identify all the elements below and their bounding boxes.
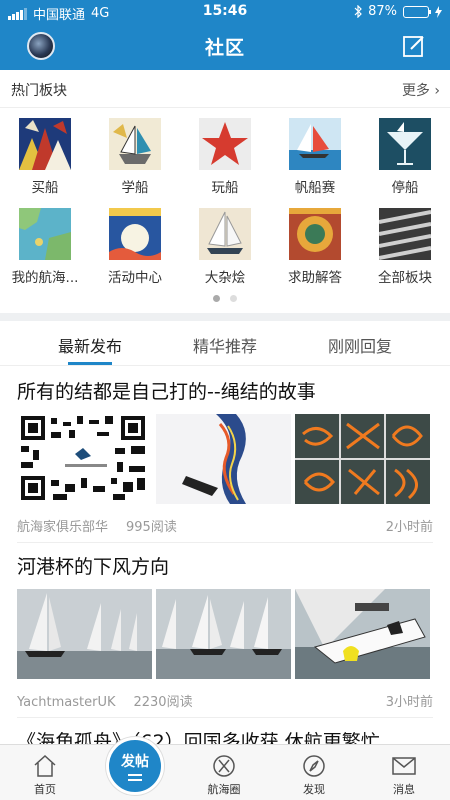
section-label: 帆船赛 [294,180,336,196]
post-author[interactable]: 航海家俱乐部华 [17,520,108,535]
tab-messages[interactable]: 消息 [359,745,449,797]
section-label: 我的航海... [11,270,79,286]
section-label: 学船 [121,180,149,196]
qr-code-image[interactable] [17,414,152,504]
post-title[interactable]: 河港杯的下风方向 [17,552,169,579]
new-post-button[interactable]: 发帖 [106,737,164,795]
home-icon [34,754,56,777]
post-image[interactable] [295,589,430,679]
post-meta: YachtmasterUK 2230阅读 3小时前 [17,691,433,710]
tab-latest[interactable]: 最新发布 [15,333,165,357]
compose-icon[interactable] [402,34,426,58]
more-label: 更多 [401,83,430,99]
post-image[interactable] [17,589,152,679]
post-image[interactable] [295,414,430,504]
sail-race-icon [289,118,341,170]
bluetooth-icon [354,5,362,18]
battery-percent: 87% [368,4,397,19]
section-label: 求助解答 [288,270,342,286]
post-image[interactable] [156,414,291,504]
page-dot[interactable] [230,295,237,302]
page-dot[interactable] [213,295,220,302]
post-divider [17,542,433,543]
section-activity-center[interactable]: 活动中心 [90,208,180,286]
status-bar: 中国联通 4G 15:46 87% [0,0,450,24]
post-time: 2小时前 [385,520,433,535]
section-label: 买船 [31,180,59,196]
section-sail-race[interactable]: 帆船赛 [270,118,360,196]
tab-label: 航海圈 [207,783,241,796]
section-label: 全部板块 [378,270,432,286]
buy-boat-icon [19,118,71,170]
page-title: 社区 [204,37,245,59]
map-icon [19,208,71,260]
post-meta: 航海家俱乐部华 995阅读 2小时前 [17,516,433,535]
tab-sailing-circle[interactable]: 航海圈 [179,745,269,797]
learn-boat-icon [109,118,161,170]
section-play-boat[interactable]: 玩船 [180,118,270,196]
tab-label: 首页 [34,783,56,796]
section-label: 玩船 [211,180,239,196]
section-all[interactable]: 全部板块 [360,208,450,286]
nav-header: 社区 [0,24,450,70]
circle-icon [213,755,235,777]
post-divider [17,717,433,718]
post-reads: 995阅读 [126,520,177,535]
chevron-right-icon: › [434,83,440,99]
feed-tabs: 最新发布 精华推荐 刚刚回复 [0,321,450,366]
post-images [17,414,430,504]
section-label: 活动中心 [108,270,162,286]
hot-sections-title: 热门板块 [11,83,67,99]
tab-recent-replies[interactable]: 刚刚回复 [285,333,435,357]
tab-active-indicator [68,362,112,365]
post-title[interactable]: 所有的结都是自己打的--绳结的故事 [17,377,316,404]
post-time: 3小时前 [385,695,433,710]
section-label: 停船 [391,180,419,196]
tab-home[interactable]: 首页 [0,745,90,797]
top-bar: 中国联通 4G 15:46 87% 社区 [0,0,450,70]
post-reads: 2230阅读 [133,695,193,710]
new-post-label: 发帖 [121,754,149,770]
tab-label: 发现 [303,783,325,796]
tab-discover[interactable]: 发现 [269,745,359,797]
mail-icon [392,757,416,775]
help-icon [289,208,341,260]
cocktail-boat-icon [379,118,431,170]
tab-label: 消息 [393,783,415,796]
star-icon [199,118,251,170]
all-sections-icon [379,208,431,260]
page-indicator [0,295,450,302]
section-help[interactable]: 求助解答 [270,208,360,286]
sailboat-icon [199,208,251,260]
section-park-boat[interactable]: 停船 [360,118,450,196]
more-link[interactable]: 更多 › [402,80,440,100]
section-divider [0,313,450,321]
menu-lines-icon [128,774,142,781]
section-buy-boat[interactable]: 买船 [0,118,90,196]
battery-icon [403,5,431,18]
hot-sections-header: 热门板块 更多 › [0,70,450,108]
section-label: 大杂烩 [204,270,246,286]
post-images [17,589,430,679]
post-author[interactable]: YachtmasterUK [17,695,115,710]
tab-featured[interactable]: 精华推荐 [150,333,300,357]
charging-icon [435,5,442,18]
section-learn-boat[interactable]: 学船 [90,118,180,196]
compass-icon [303,755,325,777]
bottom-tab-bar: 首页 航海圈 发现 消息 [0,744,450,800]
activity-icon [109,208,161,260]
section-misc[interactable]: 大杂烩 [180,208,270,286]
section-my-voyage[interactable]: 我的航海... [0,208,90,286]
post-image[interactable] [156,589,291,679]
